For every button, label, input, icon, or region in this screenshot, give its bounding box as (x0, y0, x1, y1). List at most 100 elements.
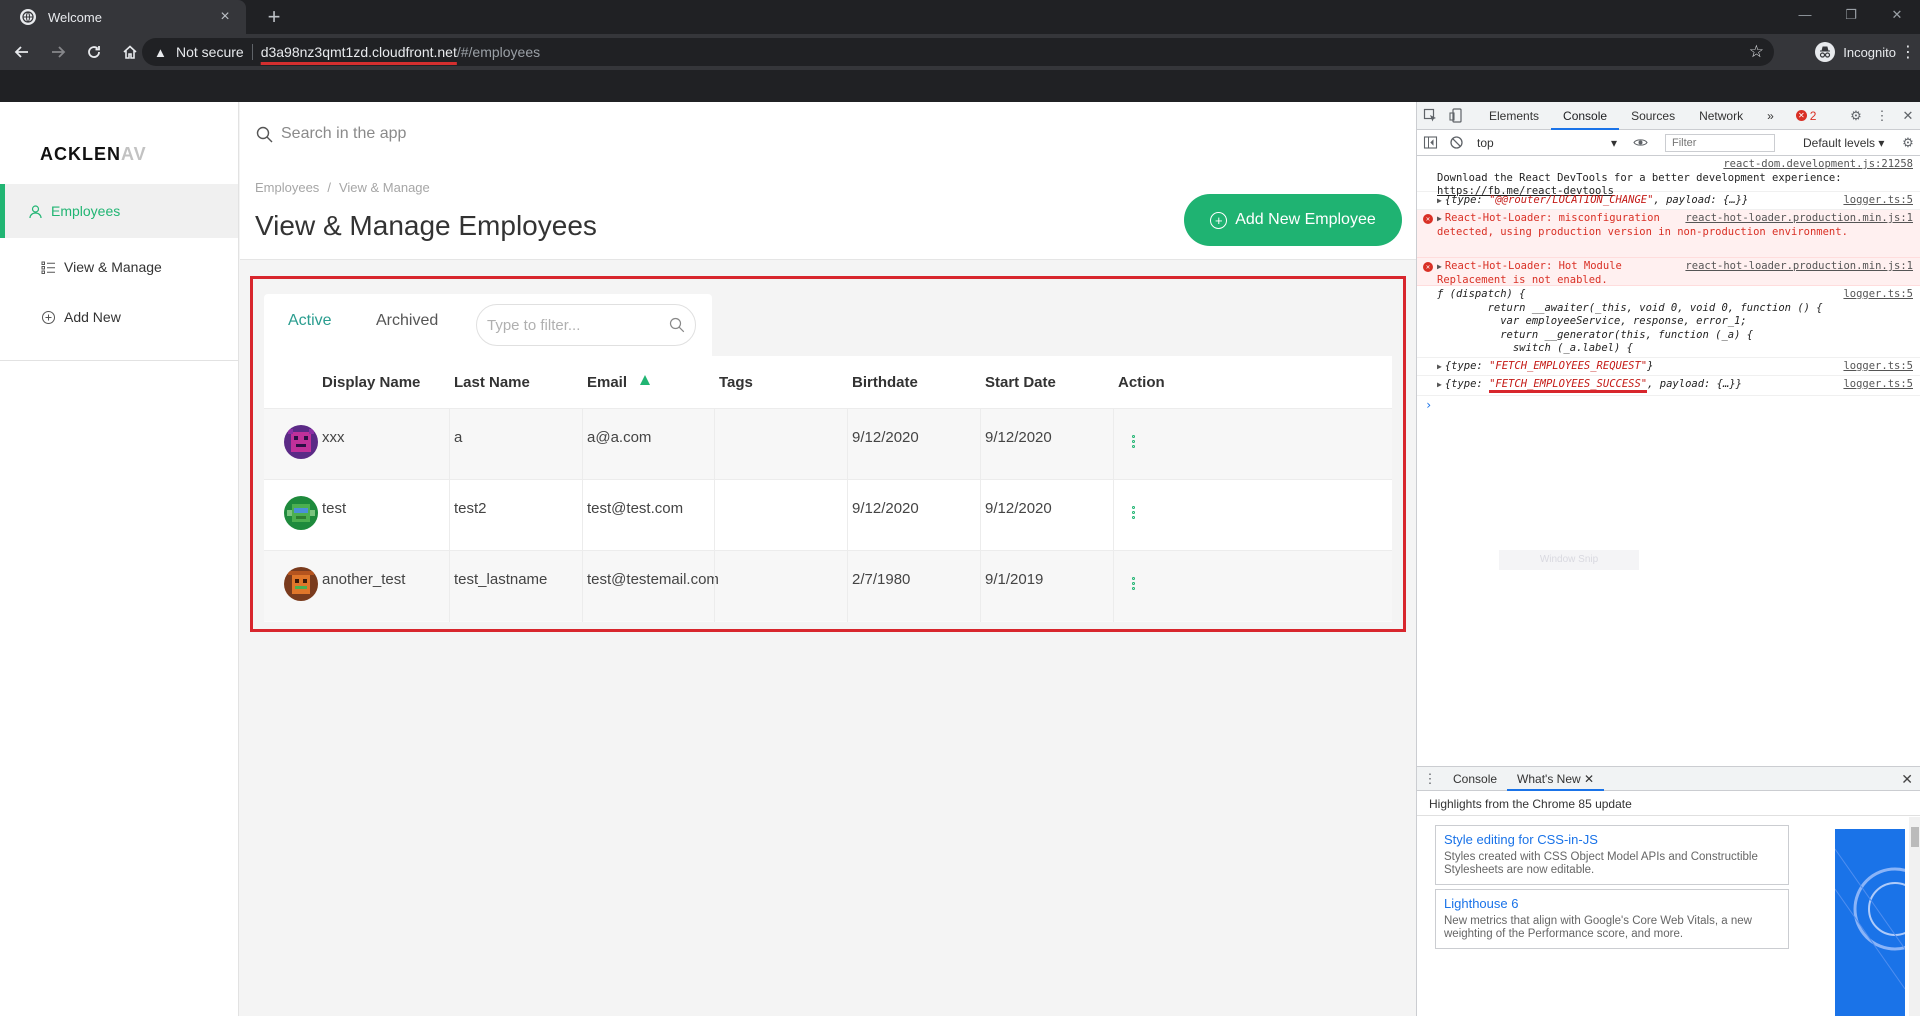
news-title[interactable]: Style editing for CSS-in-JS (1444, 832, 1780, 847)
tab-elements[interactable]: Elements (1477, 102, 1551, 130)
table-row[interactable]: xxx a a@a.com 9/12/2020 9/12/2020 (264, 408, 1392, 480)
tab-active[interactable]: Active (264, 312, 355, 362)
filter-input[interactable] (487, 316, 669, 334)
logo: ACKLENAV (40, 144, 147, 164)
source-link[interactable]: logger.ts:5 (1843, 360, 1913, 374)
tab-close-icon[interactable]: × (216, 8, 234, 26)
employees-table: Display Name Last Name Email Tags Birthd… (264, 356, 1392, 622)
source-link[interactable]: react-dom.development.js:21258 (1723, 158, 1913, 172)
news-card[interactable]: Lighthouse 6 New metrics that align with… (1435, 889, 1789, 949)
close-icon[interactable]: ✕ (1584, 772, 1594, 786)
console-filter-input[interactable] (1665, 133, 1775, 152)
security-label[interactable]: Not secure (176, 44, 244, 60)
tab-archived[interactable]: Archived (376, 312, 438, 356)
scrollbar-thumb[interactable] (1911, 827, 1919, 847)
tab-network[interactable]: Network (1687, 102, 1755, 130)
error-count-badge[interactable]: ✕ 2 (1795, 109, 1816, 123)
drawer-scrollbar[interactable] (1909, 817, 1920, 1016)
expand-icon[interactable]: ▶ (1437, 362, 1442, 371)
breadcrumb-item[interactable]: Employees (255, 180, 319, 195)
device-toolbar-icon[interactable] (1443, 102, 1469, 130)
console-message[interactable]: logger.ts:5 ƒ (dispatch) { return __awai… (1417, 286, 1920, 358)
source-link[interactable]: react-hot-loader.production.min.js:1 (1685, 260, 1913, 274)
close-window-icon[interactable]: ✕ (1874, 0, 1920, 30)
back-icon[interactable] (8, 38, 36, 66)
column-header[interactable]: Last Name (454, 374, 530, 391)
row-actions-icon[interactable] (1130, 506, 1136, 521)
console-message[interactable]: logger.ts:5 ▶ {type: "@@router/LOCATION_C… (1417, 192, 1920, 210)
cell-birthdate: 2/7/1980 (852, 571, 911, 588)
column-header[interactable]: Email (587, 374, 627, 391)
tab-sources[interactable]: Sources (1619, 102, 1687, 130)
clear-console-icon[interactable] (1443, 129, 1469, 157)
home-icon[interactable] (116, 38, 144, 66)
close-drawer-icon[interactable]: ✕ (1901, 771, 1913, 788)
new-tab-button[interactable]: + (260, 3, 288, 31)
tab-console[interactable]: Console (1551, 102, 1620, 130)
inspect-element-icon[interactable] (1417, 102, 1443, 130)
drawer-tab-whats-new[interactable]: What's New ✕ (1507, 767, 1605, 791)
column-header[interactable]: Tags (719, 374, 753, 391)
close-icon[interactable]: ✕ (1895, 102, 1920, 130)
plus-icon: + (1210, 211, 1228, 229)
row-actions-icon[interactable] (1130, 577, 1136, 592)
gear-icon[interactable]: ⚙ (1843, 102, 1869, 130)
source-link[interactable]: logger.ts:5 (1843, 288, 1913, 302)
browser-tab[interactable]: Welcome × (0, 0, 246, 34)
more-tabs-icon[interactable]: » (1755, 102, 1786, 130)
devtools-menu-icon[interactable]: ⋮ (1869, 102, 1895, 130)
cell-birthdate: 9/12/2020 (852, 429, 919, 446)
restore-icon[interactable]: ❐ (1828, 0, 1874, 30)
news-title[interactable]: Lighthouse 6 (1444, 896, 1780, 911)
news-description: Styles created with CSS Object Model API… (1444, 851, 1758, 876)
cell-last-name: a (454, 429, 463, 446)
error-icon: ✕ (1423, 214, 1433, 224)
context-selector[interactable]: top ▾ (1477, 136, 1617, 150)
column-header[interactable]: Birthdate (852, 374, 918, 391)
sidebar-item-view-manage[interactable]: View & Manage (0, 243, 238, 291)
console-prompt[interactable]: › (1425, 398, 1432, 412)
sidebar-toggle-icon[interactable] (1417, 129, 1443, 157)
eye-icon[interactable] (1627, 129, 1653, 157)
console-message[interactable]: logger.ts:5 ▶ {type: "FETCH_EMPLOYEES_SUC… (1417, 376, 1920, 396)
row-actions-icon[interactable] (1130, 435, 1136, 450)
page-title: View & Manage Employees (255, 210, 597, 241)
source-link[interactable]: react-hot-loader.production.min.js:1 (1685, 212, 1913, 226)
sort-ascending-icon[interactable] (640, 375, 650, 385)
log-levels-dropdown[interactable]: Default levels ▾ (1803, 136, 1884, 150)
breadcrumb-item[interactable]: View & Manage (339, 180, 430, 195)
news-card[interactable]: Style editing for CSS-in-JS Styles creat… (1435, 825, 1789, 885)
drawer-menu-icon[interactable]: ⋮ (1417, 765, 1443, 793)
incognito-indicator[interactable]: Incognito (1815, 42, 1896, 62)
sidebar-item-employees[interactable]: Employees (0, 184, 238, 238)
console-message[interactable]: logger.ts:5 ▶ {type: "FETCH_EMPLOYEES_REQ… (1417, 358, 1920, 376)
table-row[interactable]: test test2 test@test.com 9/12/2020 9/12/… (264, 479, 1392, 551)
add-new-employee-button[interactable]: + Add New Employee (1184, 194, 1402, 246)
search-input[interactable] (281, 125, 1081, 143)
forward-icon[interactable] (44, 38, 72, 66)
drawer-tab-console[interactable]: Console (1443, 767, 1507, 791)
browser-menu-icon[interactable]: ⋮ (1900, 42, 1916, 62)
expand-icon[interactable]: ▶ (1437, 214, 1442, 223)
table-row[interactable]: another_test test_lastname test@testemai… (264, 550, 1392, 622)
console-error[interactable]: ✕ react-hot-loader.production.min.js:1 ▶… (1417, 210, 1920, 258)
add-button-label: Add New Employee (1235, 211, 1376, 228)
source-link[interactable]: logger.ts:5 (1843, 194, 1913, 208)
console-error[interactable]: ✕ react-hot-loader.production.min.js:1 ▶… (1417, 258, 1920, 286)
avatar (284, 496, 318, 530)
source-link[interactable]: logger.ts:5 (1843, 378, 1913, 392)
column-header[interactable]: Start Date (985, 374, 1056, 391)
expand-icon[interactable]: ▶ (1437, 196, 1442, 205)
minimize-icon[interactable]: — (1782, 0, 1828, 30)
console-settings-icon[interactable]: ⚙ (1895, 129, 1920, 157)
expand-icon[interactable]: ▶ (1437, 380, 1442, 389)
reload-icon[interactable] (80, 38, 108, 66)
search-icon[interactable] (669, 317, 685, 333)
expand-icon[interactable]: ▶ (1437, 262, 1442, 271)
address-bar[interactable]: ▲ Not secure d3a98nz3qmt1zd.cloudfront.n… (142, 38, 1774, 66)
bookmark-star-icon[interactable]: ☆ (1749, 42, 1764, 62)
search-icon (256, 126, 273, 142)
sidebar-item-add-new[interactable]: Add New (0, 293, 238, 341)
column-header[interactable]: Display Name (322, 374, 420, 391)
column-divider (847, 409, 848, 480)
